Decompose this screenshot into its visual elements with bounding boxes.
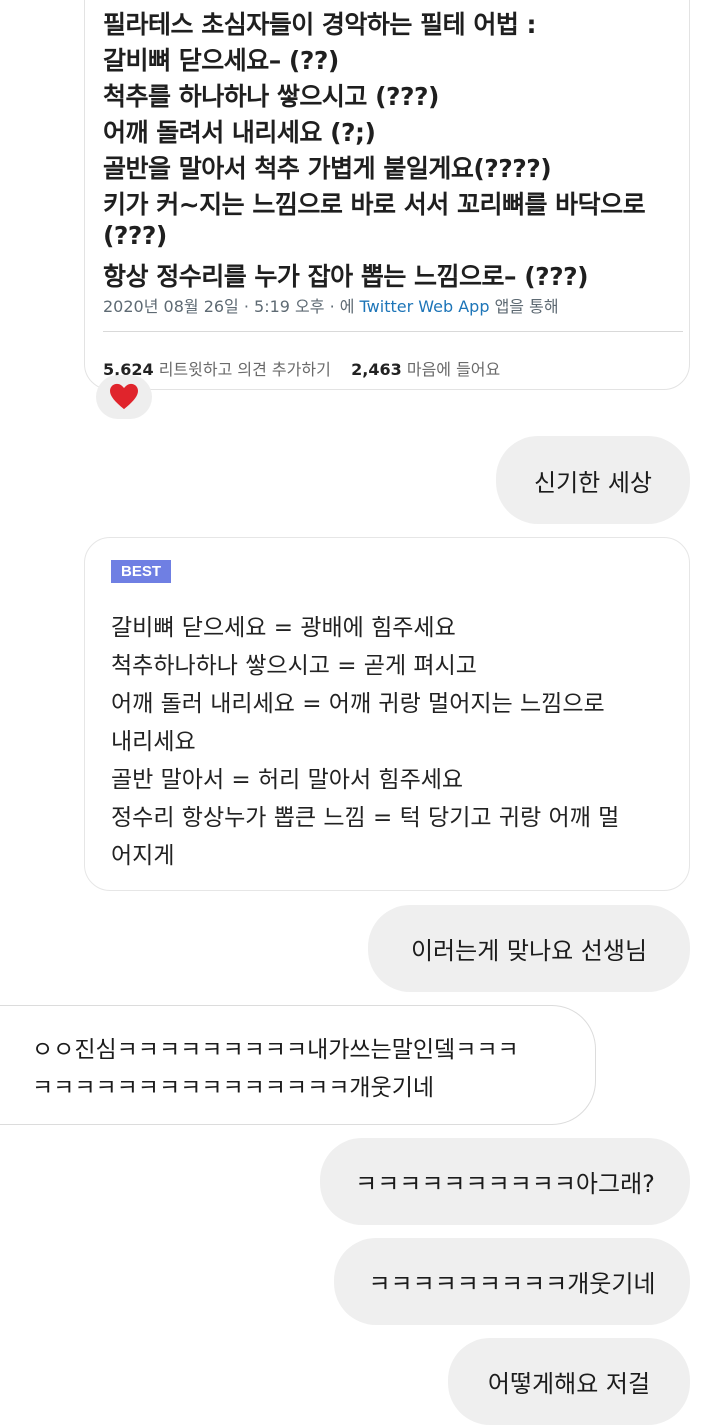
tweet-image-card[interactable]: 필라테스 초심자들이 경악하는 필테 어법 : 갈비뼈 닫으세요– (??) 척… [84,0,690,390]
reply-text-line: 어지게 [111,843,175,869]
message-text: 신기한 세상 [533,468,653,497]
reply-text-line: 척추하나하나 쌓으시고 = 곧게 펴시고 [111,653,477,679]
tweet-text-line: 필라테스 초심자들이 경악하는 필테 어법 : [103,10,537,39]
message-text: ㅋㅋㅋㅋㅋㅋㅋㅋㅋㅋ아그래? [355,1170,655,1198]
tweet-text-line: 갈비뼈 닫으세요– (??) [103,46,339,75]
outgoing-message[interactable]: ㅋㅋㅋㅋㅋㅋㅋㅋㅋㅋ아그래? [320,1138,690,1225]
message-text-line: ㅋㅋㅋㅋㅋㅋㅋㅋㅋㅋㅋㅋㅋㅋㅋ개웃기네 [32,1075,435,1101]
outgoing-message[interactable]: 신기한 세상 [496,436,690,524]
message-reaction[interactable] [96,375,152,419]
tweet-timestamp: 2020년 08월 26일 · 5:19 오후 · 에 [103,297,360,316]
tweet-source-link: Twitter Web App [359,297,490,316]
tweet-text-line: 골반을 말아서 척추 가볍게 붙일게요(????) [103,154,552,183]
like-label: 마음에 들어요 [406,360,501,379]
tweet-divider [103,331,683,332]
tweet-stats: 5,624 리트윗하고 의견 추가하기 2,463 마음에 들어요 [103,356,500,380]
heart-icon [110,383,138,410]
tweet-text-line: 척추를 하나하나 쌓으시고 (???) [103,82,439,111]
like-count: 2,463 [351,360,402,379]
reply-text-line: 어깨 돌러 내리세요 = 어깨 귀랑 멀어지는 느낌으로 [111,691,605,717]
tweet-text-line: 키가 커~지는 느낌으로 바로 서서 꼬리뼈를 바닥으로 [103,190,646,219]
tweet-text-line: 항상 정수리를 누가 잡아 뽑는 느낌으로– (???) [103,262,589,291]
best-reply-image-card[interactable]: BEST 갈비뼈 닫으세요 = 광배에 힘주세요 척추하나하나 쌓으시고 = 곧… [84,537,690,891]
tweet-meta: 2020년 08월 26일 · 5:19 오후 · 에 Twitter Web … [103,293,559,317]
outgoing-message[interactable]: 어떻게해요 저걸 [448,1338,690,1425]
best-badge: BEST [111,560,172,583]
message-text: 어떻게해요 저걸 [487,1370,651,1398]
reply-text-line: 갈비뼈 닫으세요 = 광배에 힘주세요 [111,615,456,641]
tweet-text-line: 어깨 돌려서 내리세요 (?;) [103,118,376,147]
message-text-line: ㅇㅇ진심ㅋㅋㅋㅋㅋㅋㅋㅋㅋ내가쓰는말인뎈ㅋㅋㅋ [32,1037,519,1063]
tweet-source-suffix: 앱을 통해 [489,297,559,316]
reply-text-line: 골반 말아서 = 허리 말아서 힘주세요 [111,767,464,793]
message-text: ㅋㅋㅋㅋㅋㅋㅋㅋㅋ개웃기네 [368,1270,656,1298]
message-text: 이러는게 맞나요 선생님 [410,937,648,965]
reply-text-line: 정수리 항상누가 뽑큰 느낌 = 턱 당기고 귀랑 어깨 멀 [111,805,620,831]
outgoing-message[interactable]: ㅋㅋㅋㅋㅋㅋㅋㅋㅋ개웃기네 [334,1238,690,1325]
incoming-message[interactable]: ㅇㅇ진심ㅋㅋㅋㅋㅋㅋㅋㅋㅋ내가쓰는말인뎈ㅋㅋㅋ ㅋㅋㅋㅋㅋㅋㅋㅋㅋㅋㅋㅋㅋㅋㅋ개… [0,1005,596,1125]
reply-text-line: 내리세요 [111,729,196,755]
tweet-text-line: (???) [103,221,167,250]
retweet-label: 리트윗하고 의견 추가하기 [158,360,331,379]
outgoing-message[interactable]: 이러는게 맞나요 선생님 [368,905,690,992]
